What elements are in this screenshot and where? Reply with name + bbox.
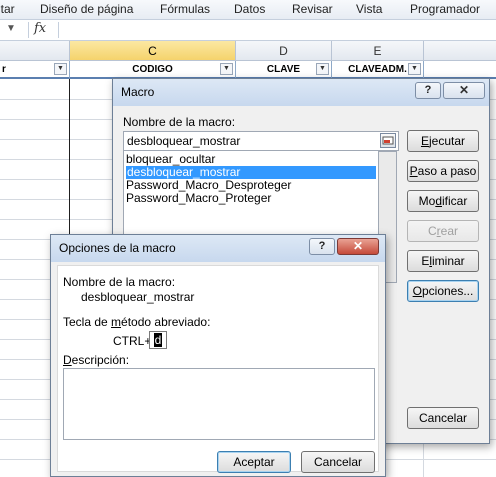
tab-diseno-pagina[interactable]: Diseño de página — [40, 2, 133, 16]
table-header-label: CLAVEADM. — [348, 64, 407, 75]
help-button[interactable]: ? — [309, 238, 335, 255]
macro-options-dialog: Opciones de la macro ? ✕ Nombre de la ma… — [50, 234, 386, 477]
tab-revisar[interactable]: Revisar — [292, 2, 333, 16]
formula-bar: ▼ fx — [0, 20, 496, 41]
column-header-b[interactable] — [0, 41, 70, 61]
name-box-dropdown-icon[interactable]: ▼ — [6, 23, 16, 34]
table-header-label: r — [2, 64, 6, 75]
macro-dialog-titlebar[interactable]: Macro ? ✕ — [113, 79, 489, 106]
filter-dropdown-icon[interactable]: ▼ — [408, 63, 421, 75]
column-header-e[interactable]: E — [332, 41, 424, 61]
collapse-dialog-icon[interactable] — [380, 133, 396, 148]
cancelar-button[interactable]: Cancelar — [407, 407, 479, 429]
filter-dropdown-icon[interactable]: ▼ — [316, 63, 329, 75]
shortcut-label: Tecla de método abreviado: — [63, 315, 211, 329]
table-header-cell[interactable]: CLAVE ▼ — [236, 61, 332, 79]
tab-formulas[interactable]: Fórmulas — [160, 2, 210, 16]
list-item[interactable]: Password_Macro_Proteger — [126, 192, 271, 205]
description-textarea[interactable] — [63, 368, 375, 440]
table-header-label: CLAVE — [266, 64, 301, 75]
filter-dropdown-icon[interactable]: ▼ — [54, 63, 67, 75]
divider — [58, 22, 59, 38]
tab-datos[interactable]: Datos — [234, 2, 265, 16]
table-header-cell[interactable]: r ▼ — [0, 61, 70, 79]
shortcut-key-input[interactable]: d — [149, 331, 167, 349]
table-header-cell[interactable] — [424, 61, 496, 79]
table-header-cell[interactable]: CLAVEADM. ▼ — [332, 61, 424, 79]
tab-insertar[interactable]: ntar — [0, 2, 15, 16]
ejecutar-button[interactable]: Ejecutar — [407, 130, 479, 152]
options-dialog-title: Opciones de la macro — [59, 241, 176, 255]
close-button[interactable]: ✕ — [337, 238, 379, 255]
close-button[interactable]: ✕ — [443, 82, 485, 99]
table-header-cell[interactable]: CODIGO ▼ — [70, 61, 236, 79]
ctrl-label: CTRL+ — [113, 334, 152, 348]
accept-button[interactable]: Aceptar — [217, 451, 291, 473]
help-button[interactable]: ? — [415, 82, 441, 99]
column-header-f[interactable] — [424, 41, 496, 61]
filter-dropdown-icon[interactable]: ▼ — [220, 63, 233, 75]
macro-name-value: desbloquear_mostrar — [127, 134, 241, 148]
macro-name-label: Nombre de la macro: — [123, 115, 236, 129]
tab-vista[interactable]: Vista — [356, 2, 382, 16]
macro-name-label: Nombre de la macro: — [63, 275, 176, 289]
shortcut-key-value: d — [154, 333, 162, 347]
cancel-button[interactable]: Cancelar — [301, 451, 375, 473]
ribbon-tab-bar: ntar Diseño de página Fórmulas Datos Rev… — [0, 0, 496, 20]
options-dialog-titlebar[interactable]: Opciones de la macro ? ✕ — [51, 235, 385, 262]
tab-programador[interactable]: Programador — [410, 2, 480, 16]
table-header-label: CODIGO — [132, 64, 173, 75]
opciones-button[interactable]: Opciones... — [407, 280, 479, 302]
paso-a-paso-button[interactable]: Paso a paso — [407, 160, 479, 182]
crear-button[interactable]: Crear — [407, 220, 479, 242]
description-label: Descripción: — [63, 353, 130, 367]
eliminar-button[interactable]: Eliminar — [407, 250, 479, 272]
macro-dialog-title: Macro — [121, 85, 155, 99]
divider — [28, 22, 29, 38]
column-header-c[interactable]: C — [70, 41, 236, 61]
macro-name-value: desbloquear_mostrar — [81, 290, 195, 304]
insert-function-icon[interactable]: fx — [34, 21, 46, 36]
modificar-button[interactable]: Modificar — [407, 190, 479, 212]
macro-name-input[interactable]: desbloquear_mostrar — [123, 131, 399, 151]
column-header-d[interactable]: D — [236, 41, 332, 61]
